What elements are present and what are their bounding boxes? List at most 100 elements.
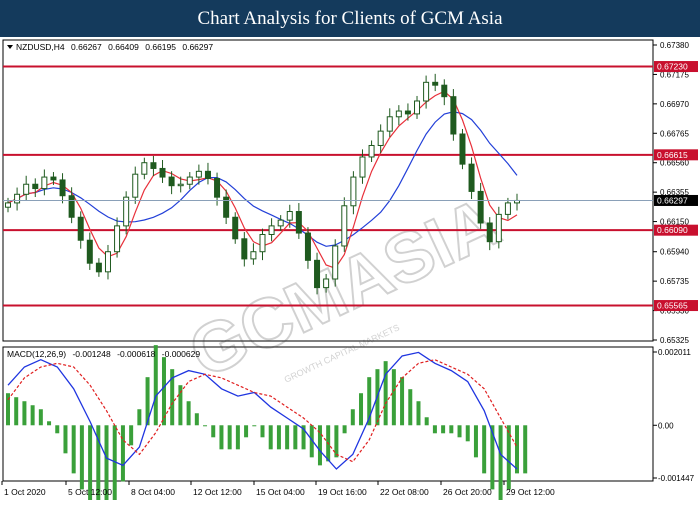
macd-histogram-bar xyxy=(161,357,166,426)
macd-histogram-bar xyxy=(260,425,265,438)
macd-histogram-bar xyxy=(498,425,503,505)
level-label: 0.65565 xyxy=(657,301,688,311)
candle-body xyxy=(341,205,348,247)
banner-title: Chart Analysis for Clients of GCM Asia xyxy=(197,7,503,29)
macd-histogram-bar xyxy=(227,425,232,450)
candle-body xyxy=(168,176,175,187)
macd-histogram-bar xyxy=(268,425,273,450)
macd-tick-label: 0.00 xyxy=(658,421,674,430)
candle-body xyxy=(332,245,339,280)
candle-body xyxy=(41,176,48,190)
candle-body xyxy=(241,238,248,260)
macd-histogram-bar xyxy=(244,425,249,438)
candle-body xyxy=(214,178,221,198)
macd-histogram-bar xyxy=(63,425,68,454)
level-label: 0.66615 xyxy=(657,150,688,160)
macd-histogram-bar xyxy=(79,425,84,490)
candle-body xyxy=(404,110,411,115)
macd-histogram-bar xyxy=(334,425,339,458)
candle-body xyxy=(286,211,293,221)
time-tick-label: 8 Oct 04:00 xyxy=(131,487,175,497)
price-header: NZDUSD,H4 0.66267 0.66409 0.66195 0.6629… xyxy=(7,42,213,52)
trading-chart[interactable]: GCMASIA GROWTH CAPITAL MARKETS 0.673800.… xyxy=(0,37,700,505)
macd-hist-value: -0.000629 xyxy=(162,349,201,359)
time-axis: 1 Oct 2020 5 Oct 12:00 8 Oct 04:00 12 Oct 1… xyxy=(1,481,555,497)
candle-body xyxy=(250,251,257,260)
macd-histogram-bar xyxy=(432,425,437,434)
macd-histogram-bar xyxy=(252,425,257,427)
candle-body xyxy=(186,176,193,185)
macd-histogram-bar xyxy=(55,425,60,434)
svg-text:NZDUSD,H4 0.66267: NZDUSD,H4 0.66267 0.66409 0.66195 0.6629… xyxy=(16,42,213,52)
macd-histogram-bar xyxy=(350,409,355,426)
chart-area[interactable]: GCMASIA GROWTH CAPITAL MARKETS 0.67380 0.… xyxy=(0,37,700,505)
candle-body xyxy=(177,183,184,187)
candle-body xyxy=(159,167,166,178)
macd-histogram-bar xyxy=(71,425,76,474)
candle-body xyxy=(132,173,139,198)
macd-name: MACD(12,26,9) xyxy=(7,349,66,359)
candle-body xyxy=(50,176,57,181)
level-label: 0.66090 xyxy=(657,225,688,235)
macd-histogram-bar xyxy=(465,425,470,442)
candle-body xyxy=(195,170,202,178)
candle-body xyxy=(77,216,84,241)
svg-text:MACD(12,26,9) -0.001248: MACD(12,26,9) -0.001248 -0.000618 -0.000… xyxy=(7,349,200,359)
macd-histogram-bar xyxy=(47,421,52,426)
candle-body xyxy=(304,232,311,261)
candle-body xyxy=(32,183,39,190)
candle-body xyxy=(232,216,239,240)
macd-histogram-bar xyxy=(383,361,388,426)
macd-histogram-bar xyxy=(120,425,125,482)
macd-histogram-bar xyxy=(137,409,142,426)
candle-body xyxy=(504,202,511,215)
macd-histogram-bar xyxy=(235,425,240,450)
current-price-label: 0.66297 xyxy=(657,195,688,205)
candle-body xyxy=(95,262,102,273)
candle-body xyxy=(395,110,402,118)
chart-banner: Chart Analysis for Clients of GCM Asia xyxy=(0,0,700,37)
macd-main-value: -0.001248 xyxy=(72,349,111,359)
macd-histogram-bar xyxy=(276,425,281,450)
candle-body xyxy=(204,170,211,180)
macd-histogram-bar xyxy=(449,425,454,434)
current-price-tag: 0.66297 xyxy=(654,194,698,206)
time-tick-label: 1 Oct 2020 xyxy=(4,487,46,497)
price-tick-label: 0.65735 xyxy=(660,277,689,286)
candle-body xyxy=(68,195,75,218)
candle-body xyxy=(104,251,111,273)
macd-histogram-bar xyxy=(194,413,199,426)
candle-body xyxy=(495,213,502,243)
price-tick-label: 0.65940 xyxy=(660,248,689,257)
time-tick-label: 22 Oct 08:00 xyxy=(380,487,429,497)
time-tick-label: 12 Oct 12:00 xyxy=(193,487,242,497)
candle-body xyxy=(23,183,30,195)
candle-body xyxy=(86,239,93,264)
candle-body xyxy=(59,179,66,197)
candle-body xyxy=(459,133,466,165)
macd-histogram-bar xyxy=(22,401,27,426)
candle-body xyxy=(450,96,457,135)
candle-body xyxy=(468,163,475,192)
price-axis: 0.673800.671750.669700.667650.665600.663… xyxy=(653,41,689,345)
macd-header: MACD(12,26,9) -0.001248 -0.000618 -0.000… xyxy=(7,349,200,359)
candle-body xyxy=(14,193,21,204)
macd-histogram-bar xyxy=(211,425,216,438)
time-tick-label: 26 Oct 20:00 xyxy=(443,487,492,497)
macd-histogram-bar xyxy=(219,425,224,450)
level-label: 0.67230 xyxy=(657,62,688,72)
time-tick-label: 19 Oct 16:00 xyxy=(318,487,367,497)
macd-histogram-bar xyxy=(391,369,396,426)
price-tick-label: 0.66765 xyxy=(660,129,689,138)
macd-histogram-bar xyxy=(30,405,35,426)
candle-body xyxy=(414,100,421,115)
macd-histogram-bar xyxy=(482,425,487,474)
candle-body xyxy=(314,259,321,289)
candle-body xyxy=(123,196,130,227)
macd-tick-label: 0.002011 xyxy=(658,348,691,357)
candle-body xyxy=(268,225,275,235)
macd-histogram-bar xyxy=(416,401,421,426)
price-tick-label: 0.66970 xyxy=(660,100,689,109)
macd-signal-value: -0.000618 xyxy=(117,349,156,359)
macd-histogram-bar xyxy=(515,425,519,474)
